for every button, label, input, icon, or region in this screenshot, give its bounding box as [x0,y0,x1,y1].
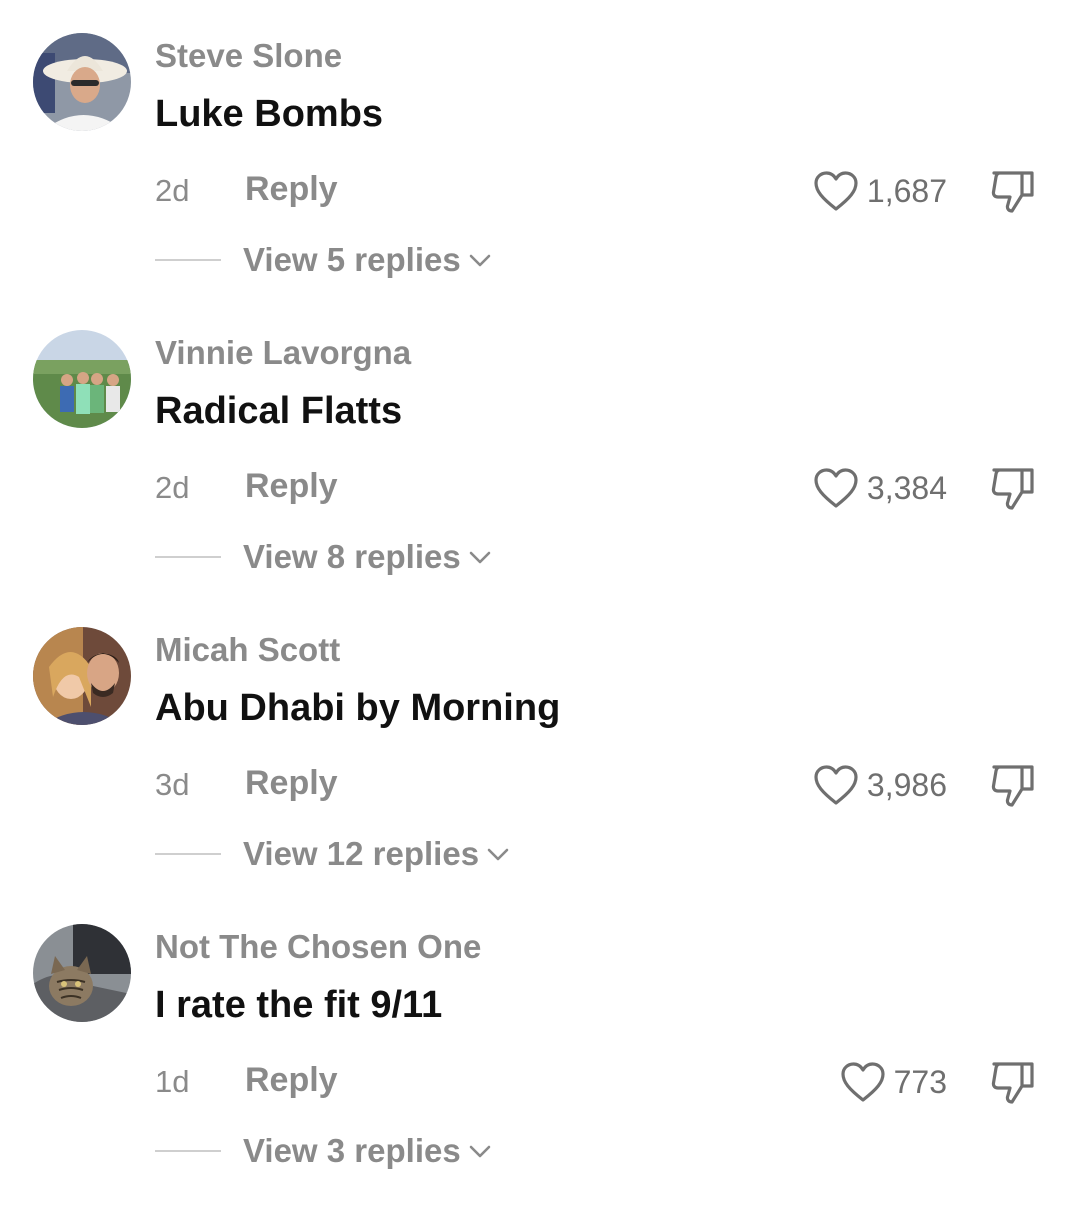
heart-outline-icon [840,1061,886,1103]
avatar[interactable] [33,924,131,1022]
heart-outline-icon [813,467,859,509]
view-replies-button[interactable]: View 12 replies [243,834,511,874]
comment-timestamp: 3d [155,767,190,802]
comment-item: Vinnie Lavorgna Radical Flatts 2d Reply … [0,330,1080,627]
heart-outline-icon [813,764,859,806]
comment-timestamp: 2d [155,173,190,208]
like-count: 773 [893,1063,947,1100]
comment-username[interactable]: Not The Chosen One [155,928,481,966]
like-count: 3,384 [866,469,947,506]
comment-timestamp: 1d [155,1064,190,1099]
thumbs-down-icon[interactable] [988,1058,1038,1106]
comment-item: Not The Chosen One I rate the fit 9/11 1… [0,924,1080,1221]
comment-text: I rate the fit 9/11 [155,984,443,1026]
chevron-down-icon [485,845,511,863]
view-replies-label: View 12 replies [243,835,480,872]
comment-username[interactable]: Micah Scott [155,631,340,669]
reply-button[interactable]: Reply [245,764,338,803]
chevron-down-icon [467,548,493,566]
avatar[interactable] [33,33,131,131]
replies-divider [155,853,221,855]
chevron-down-icon [467,251,493,269]
heart-outline-icon [813,170,859,212]
like-button[interactable]: 773 [840,1058,947,1106]
like-button[interactable]: 3,986 [813,761,947,809]
view-replies-button[interactable]: View 5 replies [243,240,493,280]
like-button[interactable]: 1,687 [813,167,947,215]
thumbs-down-icon[interactable] [988,167,1038,215]
reply-button[interactable]: Reply [245,467,338,506]
thumbs-down-icon[interactable] [988,761,1038,809]
comment-timestamp: 2d [155,470,190,505]
view-replies-label: View 5 replies [243,241,461,278]
replies-divider [155,556,221,558]
comment-username[interactable]: Vinnie Lavorgna [155,334,411,372]
comment-item: Steve Slone Luke Bombs 2d Reply 1,687 Vi… [0,33,1080,330]
avatar[interactable] [33,627,131,725]
view-replies-label: View 8 replies [243,538,461,575]
comment-item: Micah Scott Abu Dhabi by Morning 3d Repl… [0,627,1080,924]
reply-button[interactable]: Reply [245,1061,338,1100]
like-count: 3,986 [866,766,947,803]
chevron-down-icon [467,1142,493,1160]
view-replies-label: View 3 replies [243,1132,461,1169]
view-replies-button[interactable]: View 8 replies [243,537,493,577]
thumbs-down-icon[interactable] [988,464,1038,512]
replies-divider [155,259,221,261]
comment-text: Abu Dhabi by Morning [155,687,561,729]
like-count: 1,687 [866,172,947,209]
reply-button[interactable]: Reply [245,170,338,209]
like-button[interactable]: 3,384 [813,464,947,512]
view-replies-button[interactable]: View 3 replies [243,1131,493,1171]
comment-username[interactable]: Steve Slone [155,37,342,75]
comment-text: Radical Flatts [155,390,403,432]
avatar[interactable] [33,330,131,428]
replies-divider [155,1150,221,1152]
comment-text: Luke Bombs [155,93,384,135]
